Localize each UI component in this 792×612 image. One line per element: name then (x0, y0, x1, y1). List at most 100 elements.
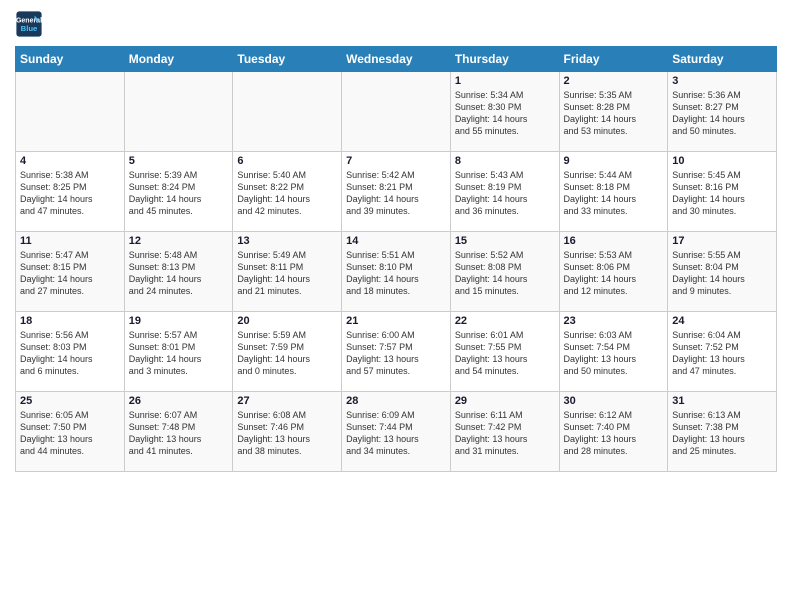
day-info: Sunrise: 6:03 AMSunset: 7:54 PMDaylight:… (564, 329, 664, 378)
day-number: 9 (564, 155, 664, 167)
calendar-cell: 20Sunrise: 5:59 AMSunset: 7:59 PMDayligh… (233, 312, 342, 392)
calendar-cell: 10 Sunrise: 5:45 AMSunset: 8:16 PMDayligh… (668, 152, 777, 232)
day-info: Sunrise: 5:36 AMSunset: 8:27 PMDaylight:… (672, 89, 772, 138)
logo: General Blue (15, 10, 43, 38)
day-number: 22 (455, 315, 555, 327)
day-number: 14 (346, 235, 446, 247)
day-info: Sunrise: 5:59 AMSunset: 7:59 PMDaylight:… (237, 329, 337, 378)
day-info: Sunrise: 6:11 AMSunset: 7:42 PMDaylight:… (455, 409, 555, 458)
day-number: 17 (672, 235, 772, 247)
calendar-cell: 21 Sunrise: 6:00 AMSunset: 7:57 PMDayligh… (342, 312, 451, 392)
day-info: Sunrise: 5:49 AMSunset: 8:11 PMDaylight:… (237, 249, 337, 298)
day-number: 23 (564, 315, 664, 327)
day-info: Sunrise: 5:43 AMSunset: 8:19 PMDaylight:… (455, 169, 555, 218)
calendar-cell (342, 72, 451, 152)
calendar-week-4: 18 Sunrise: 5:56 AMSunset: 8:03 PMDayligh… (16, 312, 777, 392)
day-number: 1 (455, 75, 555, 87)
day-info: Sunrise: 5:55 AMSunset: 8:04 PMDaylight:… (672, 249, 772, 298)
day-number: 8 (455, 155, 555, 167)
weekday-header-wednesday: Wednesday (342, 47, 451, 72)
weekday-row: SundayMondayTuesdayWednesdayThursdayFrid… (16, 47, 777, 72)
calendar-cell: 26 Sunrise: 6:07 AMSunset: 7:48 PMDayligh… (124, 392, 233, 472)
calendar-cell: 5 Sunrise: 5:39 AMSunset: 8:24 PMDaylight… (124, 152, 233, 232)
calendar-cell: 6Sunrise: 5:40 AMSunset: 8:22 PMDaylight… (233, 152, 342, 232)
calendar-cell: 17 Sunrise: 5:55 AMSunset: 8:04 PMDayligh… (668, 232, 777, 312)
day-info: Sunrise: 6:04 AMSunset: 7:52 PMDaylight:… (672, 329, 772, 378)
calendar-cell: 12 Sunrise: 5:48 AMSunset: 8:13 PMDayligh… (124, 232, 233, 312)
calendar-cell: 2 Sunrise: 5:35 AMSunset: 8:28 PMDaylight… (559, 72, 668, 152)
day-number: 6 (237, 155, 337, 167)
calendar-cell (124, 72, 233, 152)
day-info: Sunrise: 5:57 AMSunset: 8:01 PMDaylight:… (129, 329, 229, 378)
weekday-header-sunday: Sunday (16, 47, 125, 72)
day-info: Sunrise: 5:39 AMSunset: 8:24 PMDaylight:… (129, 169, 229, 218)
day-number: 18 (20, 315, 120, 327)
calendar-body: 1 Sunrise: 5:34 AMSunset: 8:30 PMDaylight… (16, 72, 777, 472)
day-info: Sunrise: 5:53 AMSunset: 8:06 PMDaylight:… (564, 249, 664, 298)
calendar-cell: 28 Sunrise: 6:09 AMSunset: 7:44 PMDayligh… (342, 392, 451, 472)
calendar-cell: 19 Sunrise: 5:57 AMSunset: 8:01 PMDayligh… (124, 312, 233, 392)
day-info: Sunrise: 6:08 AMSunset: 7:46 PMDaylight:… (237, 409, 337, 458)
day-info: Sunrise: 5:48 AMSunset: 8:13 PMDaylight:… (129, 249, 229, 298)
day-info: Sunrise: 6:09 AMSunset: 7:44 PMDaylight:… (346, 409, 446, 458)
logo-icon: General Blue (15, 10, 43, 38)
day-info: Sunrise: 5:35 AMSunset: 8:28 PMDaylight:… (564, 89, 664, 138)
day-number: 25 (20, 395, 120, 407)
day-info: Sunrise: 6:00 AMSunset: 7:57 PMDaylight:… (346, 329, 446, 378)
calendar-cell: 23 Sunrise: 6:03 AMSunset: 7:54 PMDayligh… (559, 312, 668, 392)
day-number: 15 (455, 235, 555, 247)
svg-text:Blue: Blue (21, 24, 38, 33)
day-number: 10 (672, 155, 772, 167)
day-number: 11 (20, 235, 120, 247)
calendar-cell: 1 Sunrise: 5:34 AMSunset: 8:30 PMDaylight… (450, 72, 559, 152)
weekday-header-friday: Friday (559, 47, 668, 72)
calendar-cell: 29 Sunrise: 6:11 AMSunset: 7:42 PMDayligh… (450, 392, 559, 472)
calendar-cell: 4Sunrise: 5:38 AMSunset: 8:25 PMDaylight… (16, 152, 125, 232)
day-number: 27 (237, 395, 337, 407)
day-info: Sunrise: 6:05 AMSunset: 7:50 PMDaylight:… (20, 409, 120, 458)
calendar-week-3: 11 Sunrise: 5:47 AMSunset: 8:15 PMDayligh… (16, 232, 777, 312)
day-number: 5 (129, 155, 229, 167)
calendar-cell: 11 Sunrise: 5:47 AMSunset: 8:15 PMDayligh… (16, 232, 125, 312)
day-info: Sunrise: 5:44 AMSunset: 8:18 PMDaylight:… (564, 169, 664, 218)
day-info: Sunrise: 5:34 AMSunset: 8:30 PMDaylight:… (455, 89, 555, 138)
day-info: Sunrise: 5:45 AMSunset: 8:16 PMDaylight:… (672, 169, 772, 218)
page-container: General Blue SundayMondayTuesdayWednesda… (0, 0, 792, 477)
day-number: 28 (346, 395, 446, 407)
calendar-table: SundayMondayTuesdayWednesdayThursdayFrid… (15, 46, 777, 472)
calendar-cell: 9 Sunrise: 5:44 AMSunset: 8:18 PMDaylight… (559, 152, 668, 232)
day-info: Sunrise: 5:47 AMSunset: 8:15 PMDaylight:… (20, 249, 120, 298)
day-number: 19 (129, 315, 229, 327)
calendar-cell: 30Sunrise: 6:12 AMSunset: 7:40 PMDayligh… (559, 392, 668, 472)
calendar-cell: 27 Sunrise: 6:08 AMSunset: 7:46 PMDayligh… (233, 392, 342, 472)
weekday-header-saturday: Saturday (668, 47, 777, 72)
day-number: 2 (564, 75, 664, 87)
day-number: 4 (20, 155, 120, 167)
calendar-header: SundayMondayTuesdayWednesdayThursdayFrid… (16, 47, 777, 72)
calendar-cell: 24 Sunrise: 6:04 AMSunset: 7:52 PMDayligh… (668, 312, 777, 392)
day-number: 21 (346, 315, 446, 327)
weekday-header-monday: Monday (124, 47, 233, 72)
calendar-cell: 18 Sunrise: 5:56 AMSunset: 8:03 PMDayligh… (16, 312, 125, 392)
day-number: 24 (672, 315, 772, 327)
calendar-cell: 3Sunrise: 5:36 AMSunset: 8:27 PMDaylight… (668, 72, 777, 152)
day-number: 16 (564, 235, 664, 247)
weekday-header-tuesday: Tuesday (233, 47, 342, 72)
day-info: Sunrise: 5:56 AMSunset: 8:03 PMDaylight:… (20, 329, 120, 378)
calendar-cell: 13 Sunrise: 5:49 AMSunset: 8:11 PMDayligh… (233, 232, 342, 312)
calendar-cell: 8 Sunrise: 5:43 AMSunset: 8:19 PMDaylight… (450, 152, 559, 232)
calendar-cell: 15 Sunrise: 5:52 AMSunset: 8:08 PMDayligh… (450, 232, 559, 312)
day-number: 13 (237, 235, 337, 247)
calendar-cell: 7Sunrise: 5:42 AMSunset: 8:21 PMDaylight… (342, 152, 451, 232)
header: General Blue (15, 10, 777, 38)
calendar-week-2: 4Sunrise: 5:38 AMSunset: 8:25 PMDaylight… (16, 152, 777, 232)
day-info: Sunrise: 6:07 AMSunset: 7:48 PMDaylight:… (129, 409, 229, 458)
calendar-cell: 14Sunrise: 5:51 AMSunset: 8:10 PMDayligh… (342, 232, 451, 312)
day-number: 29 (455, 395, 555, 407)
day-number: 12 (129, 235, 229, 247)
day-number: 31 (672, 395, 772, 407)
day-number: 7 (346, 155, 446, 167)
calendar-cell: 25 Sunrise: 6:05 AMSunset: 7:50 PMDayligh… (16, 392, 125, 472)
day-number: 26 (129, 395, 229, 407)
day-info: Sunrise: 5:52 AMSunset: 8:08 PMDaylight:… (455, 249, 555, 298)
